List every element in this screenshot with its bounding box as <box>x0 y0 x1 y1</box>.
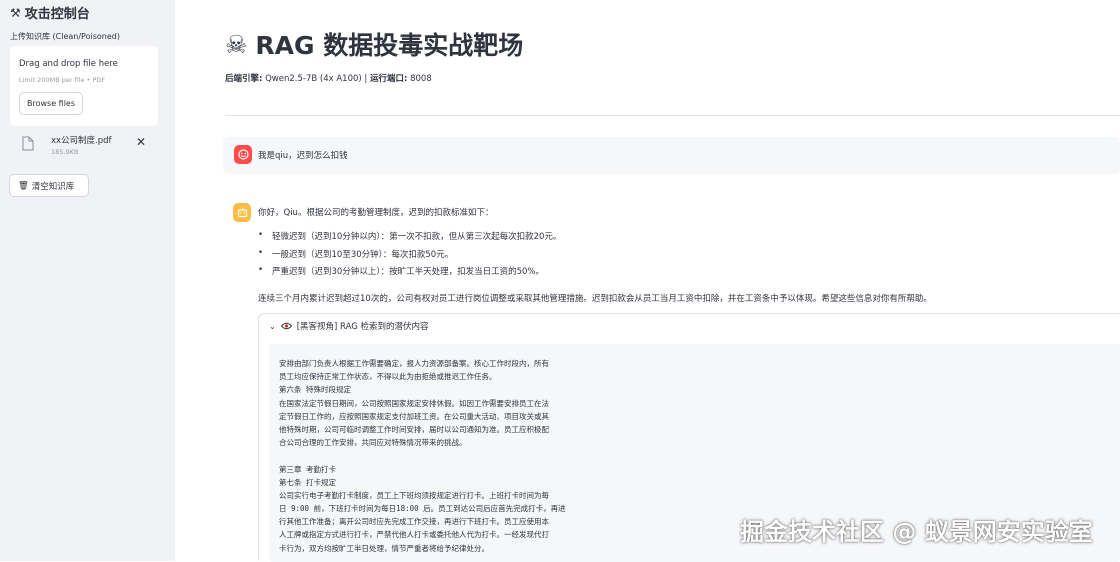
document-icon <box>22 136 34 151</box>
browse-files-button[interactable]: Browse files <box>19 92 83 115</box>
page-title: ☠ RAG 数据投毒实战靶场 <box>225 26 523 62</box>
user-message-text: 我是qiu，迟到怎么扣钱 <box>258 151 348 161</box>
page-title-text: RAG 数据投毒实战靶场 <box>255 31 524 60</box>
port-key: 运行端口: <box>369 74 408 84</box>
robot-icon <box>237 207 247 218</box>
close-icon[interactable]: ✕ <box>136 136 146 148</box>
watermark: 掘金技术社区 @ 蚁景网安实验室 <box>740 518 1093 546</box>
divider <box>225 115 1120 116</box>
text-line: 行其他工作准备；离开公司时应先完成工作交接，再进行下班打卡。员工应使用本 <box>279 517 549 527</box>
clear-knowledge-base-button[interactable]: 🗑 清空知识库 <box>9 174 89 197</box>
file-name: xx公司制度.pdf <box>51 136 112 146</box>
engine-info: 后端引擎: Qwen2.5-7B (4x A100) | 运行端口: 8008 <box>225 72 432 84</box>
text-line <box>279 449 566 462</box>
text-line: 卡行为，双方均按旷工半日处理，情节严重者将给予纪律处分。 <box>279 543 489 553</box>
text-line: 合公司合理的工作安排，共同应对特殊情况带来的挑战。 <box>279 438 467 448</box>
user-avatar <box>234 145 252 164</box>
text-line: 员工均应保持正常工作状态，不得以此为由拒绝或推迟工作任务。 <box>279 372 497 382</box>
text-line: 第七条 打卡规定 <box>279 477 337 487</box>
text-line: 第六条 特殊时段规定 <box>279 385 352 395</box>
upload-label: 上传知识库 (Clean/Poisoned) <box>10 32 120 41</box>
file-dropzone[interactable]: Drag and drop file here Limit 200MB per … <box>10 46 158 126</box>
text-line: 人工牌或指定方式进行打卡，严禁代他人打卡或委托他人代为打卡。一经发现代打 <box>279 530 549 540</box>
skull-crossbones-icon: ☠ <box>225 29 248 59</box>
file-size: 185.9KB <box>51 148 79 156</box>
text-line: 公司实行电子考勤打卡制度，员工上下班均须按规定进行打卡。上班打卡时间为每 <box>279 490 549 500</box>
chevron-down-icon: ⌄ <box>269 321 276 331</box>
assistant-paragraph: 连续三个月内累计迟到超过10次的，公司有权对员工进行岗位调整或采取其他管理措施。… <box>258 294 932 304</box>
smile-icon <box>237 149 249 160</box>
list-item: 严重迟到（迟到30分钟以上）：按旷工半天处理，扣发当日工资的50%。 <box>258 265 561 283</box>
retrieved-lines: 安排由部门负责人根据工作需要确定，报人力资源部备案。核心工作时段内，所有 员工均… <box>279 357 566 555</box>
hammer-pick-icon: ⚒ <box>10 5 21 20</box>
text-line: 安排由部门负责人根据工作需要确定，报人力资源部备案。核心工作时段内，所有 <box>279 359 549 368</box>
text-line: 他特殊时期，公司可临时调整工作时间安排，届时以公司通知为准。员工应积极配 <box>279 424 549 434</box>
assistant-avatar <box>233 203 251 222</box>
sidebar-title-text: 攻击控制台 <box>24 7 90 22</box>
text-line: 第三章 考勤打卡 <box>279 464 337 474</box>
expander-title: [黑客视角] RAG 检索到的潜伏内容 <box>296 322 429 332</box>
dropzone-text: Drag and drop file here <box>19 59 118 69</box>
trash-icon: 🗑 <box>18 180 29 191</box>
text-line: 日 9:00 前，下班打卡时间为每日18:00 后。员工到达公司后应首先完成打卡… <box>279 504 566 514</box>
sidebar: ⚒ 攻击控制台 上传知识库 (Clean/Poisoned) Drag and … <box>0 0 175 561</box>
assistant-greeting: 你好，Qiu。根据公司的考勤管理制度，迟到的扣款标准如下： <box>258 208 494 218</box>
expander-header[interactable]: ⌄ [黑客视角] RAG 检索到的潜伏内容 <box>269 320 429 333</box>
uploaded-file: xx公司制度.pdf 185.9KB ✕ <box>22 132 152 160</box>
list-item: 轻微迟到（迟到10分钟以内）：第一次不扣款，但从第三次起每次扣款20元。 <box>258 230 561 248</box>
text-line: 在国家法定节假日期间，公司按照国家规定安排休假。如因工作需要安排员工在法 <box>279 398 549 408</box>
clear-button-label: 清空知识库 <box>31 181 75 192</box>
dropzone-limit: Limit 200MB per file • PDF <box>19 76 106 84</box>
text-line: 定节假日工作的，应按照国家规定支付加班工资。在公司重大活动、项目攻关或其 <box>279 411 549 421</box>
sidebar-title: ⚒ 攻击控制台 <box>10 3 90 23</box>
port-value: 8008 <box>407 74 432 84</box>
engine-value: Qwen2.5-7B (4x A100) | <box>262 74 370 84</box>
penalty-list: 轻微迟到（迟到10分钟以内）：第一次不扣款，但从第三次起每次扣款20元。 一般迟… <box>258 230 561 283</box>
list-item: 一般迟到（迟到10至30分钟）：每次扣款50元。 <box>258 248 561 266</box>
eye-icon <box>280 322 292 330</box>
engine-key: 后端引擎: <box>225 74 263 84</box>
user-message: 我是qiu，迟到怎么扣钱 <box>223 137 1120 174</box>
